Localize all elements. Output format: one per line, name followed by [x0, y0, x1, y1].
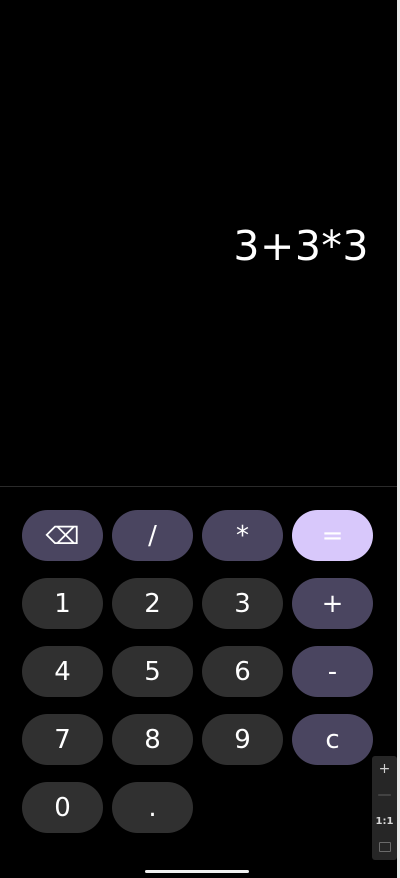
actual-size-button[interactable]: 1:1 — [372, 808, 397, 834]
plus-button[interactable]: + — [292, 578, 373, 629]
divide-button[interactable]: / — [112, 510, 193, 561]
display-area: 3+3*3 — [0, 0, 397, 486]
zoom-in-button[interactable]: + — [372, 756, 397, 782]
equals-button[interactable]: = — [292, 510, 373, 561]
calculator-screen: 3+3*3 ⌫ / * = 1 2 3 + 4 5 6 - 7 8 9 c 0 … — [0, 0, 400, 878]
clear-button[interactable]: c — [292, 714, 373, 765]
expression-display: 3+3*3 — [233, 222, 369, 270]
keypad: ⌫ / * = 1 2 3 + 4 5 6 - 7 8 9 c 0 . — [0, 487, 397, 878]
digit-7-button[interactable]: 7 — [22, 714, 103, 765]
minus-button[interactable]: - — [292, 646, 373, 697]
zoom-controls: + — 1:1 — [372, 756, 397, 860]
digit-5-button[interactable]: 5 — [112, 646, 193, 697]
digit-9-button[interactable]: 9 — [202, 714, 283, 765]
backspace-button[interactable]: ⌫ — [22, 510, 103, 561]
digit-2-button[interactable]: 2 — [112, 578, 193, 629]
digit-8-button[interactable]: 8 — [112, 714, 193, 765]
digit-6-button[interactable]: 6 — [202, 646, 283, 697]
decimal-button[interactable]: . — [112, 782, 193, 833]
digit-3-button[interactable]: 3 — [202, 578, 283, 629]
home-indicator[interactable] — [145, 870, 249, 873]
zoom-out-button[interactable]: — — [372, 782, 397, 808]
fit-to-screen-button[interactable] — [372, 834, 397, 860]
digit-0-button[interactable]: 0 — [22, 782, 103, 833]
digit-1-button[interactable]: 1 — [22, 578, 103, 629]
backspace-icon: ⌫ — [45, 521, 80, 550]
fit-screen-icon — [378, 842, 391, 852]
multiply-button[interactable]: * — [202, 510, 283, 561]
digit-4-button[interactable]: 4 — [22, 646, 103, 697]
